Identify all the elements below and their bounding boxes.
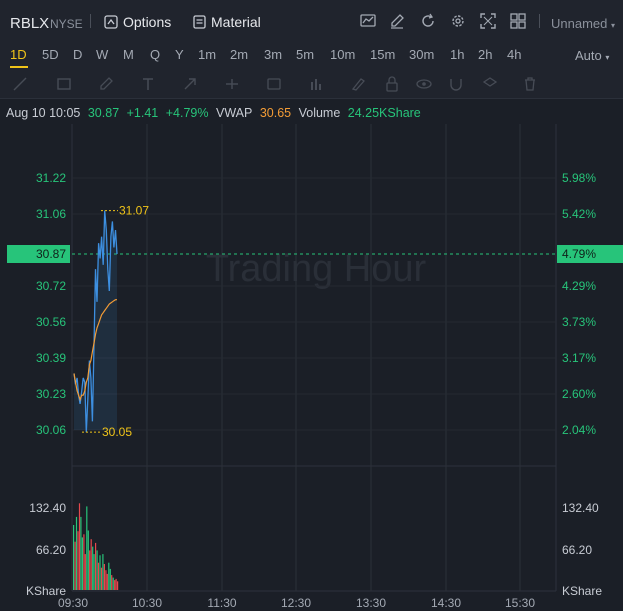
chart-watermark: Trading Hour xyxy=(206,248,427,290)
volume-bar xyxy=(115,578,117,590)
pct-tick-label: 3.17% xyxy=(562,351,596,365)
price-tick-label: 30.06 xyxy=(36,423,66,437)
volume-bar xyxy=(108,562,110,590)
volume-bar xyxy=(77,531,79,590)
x-tick-label: 11:30 xyxy=(207,596,236,610)
volume-bar xyxy=(114,580,116,590)
price-tick-label: 31.22 xyxy=(36,171,66,185)
x-tick-label: 15:30 xyxy=(505,596,535,610)
volume-unit-label: KShare xyxy=(562,584,602,598)
pct-tick-label: 4.29% xyxy=(562,279,596,293)
volume-bar xyxy=(117,581,119,590)
volume-bar xyxy=(75,516,78,590)
current-price-value: 30.87 xyxy=(36,247,66,261)
volume-bar xyxy=(111,575,113,590)
volume-unit-label: KShare xyxy=(26,584,66,598)
volume-tick-label: 132.40 xyxy=(562,501,599,515)
price-chart[interactable]: Trading Hour 09:30 10:30 11:30 12:30 13:30 14… xyxy=(0,0,623,611)
volume-bar xyxy=(102,554,104,590)
volume-tick-label: 66.20 xyxy=(36,543,66,557)
volume-bar xyxy=(106,573,108,590)
volume-bar xyxy=(96,550,98,590)
volume-bar xyxy=(97,562,100,590)
volume-bar xyxy=(100,567,103,590)
volume-bar xyxy=(89,550,91,590)
volume-bar xyxy=(87,530,89,590)
price-tick-label: 30.23 xyxy=(36,387,66,401)
price-tick-label: 30.56 xyxy=(36,315,66,329)
low-marker-label: 30.05 xyxy=(102,425,132,439)
price-tick-label: 31.06 xyxy=(36,207,66,221)
price-tick-label: 30.39 xyxy=(36,351,66,365)
pct-tick-label: 3.73% xyxy=(562,315,596,329)
volume-bar xyxy=(112,577,114,590)
volume-bar xyxy=(95,542,97,590)
volume-bar xyxy=(105,570,107,590)
x-tick-label: 13:30 xyxy=(356,596,386,610)
volume-bar xyxy=(86,506,88,590)
volume-bar xyxy=(103,564,105,590)
volume-tick-label: 132.40 xyxy=(29,501,66,515)
volume-bar xyxy=(93,554,95,590)
volume-bar xyxy=(99,555,101,590)
volume-bar xyxy=(92,546,94,590)
volume-bar xyxy=(73,525,75,590)
volume-tick-label: 66.20 xyxy=(562,543,592,557)
pct-tick-label: 2.04% xyxy=(562,423,596,437)
volume-bar xyxy=(84,554,86,590)
volume-bar xyxy=(80,516,82,590)
current-pct-value: 4.79% xyxy=(562,247,596,261)
x-tick-label: 12:30 xyxy=(281,596,311,610)
volume-bar xyxy=(78,503,81,590)
pct-tick-label: 5.98% xyxy=(562,171,596,185)
volume-bar xyxy=(81,537,83,590)
volume-bar xyxy=(83,534,85,590)
x-tick-label: 09:30 xyxy=(58,596,88,610)
volume-bar xyxy=(109,568,111,590)
volume-bar xyxy=(90,539,92,590)
high-marker-label: 31.07 xyxy=(119,204,149,218)
volume-bar xyxy=(74,541,76,590)
x-tick-label: 14:30 xyxy=(431,596,461,610)
price-tick-label: 30.72 xyxy=(36,279,66,293)
pct-tick-label: 5.42% xyxy=(562,207,596,221)
pct-tick-label: 2.60% xyxy=(562,387,596,401)
x-tick-label: 10:30 xyxy=(132,596,162,610)
